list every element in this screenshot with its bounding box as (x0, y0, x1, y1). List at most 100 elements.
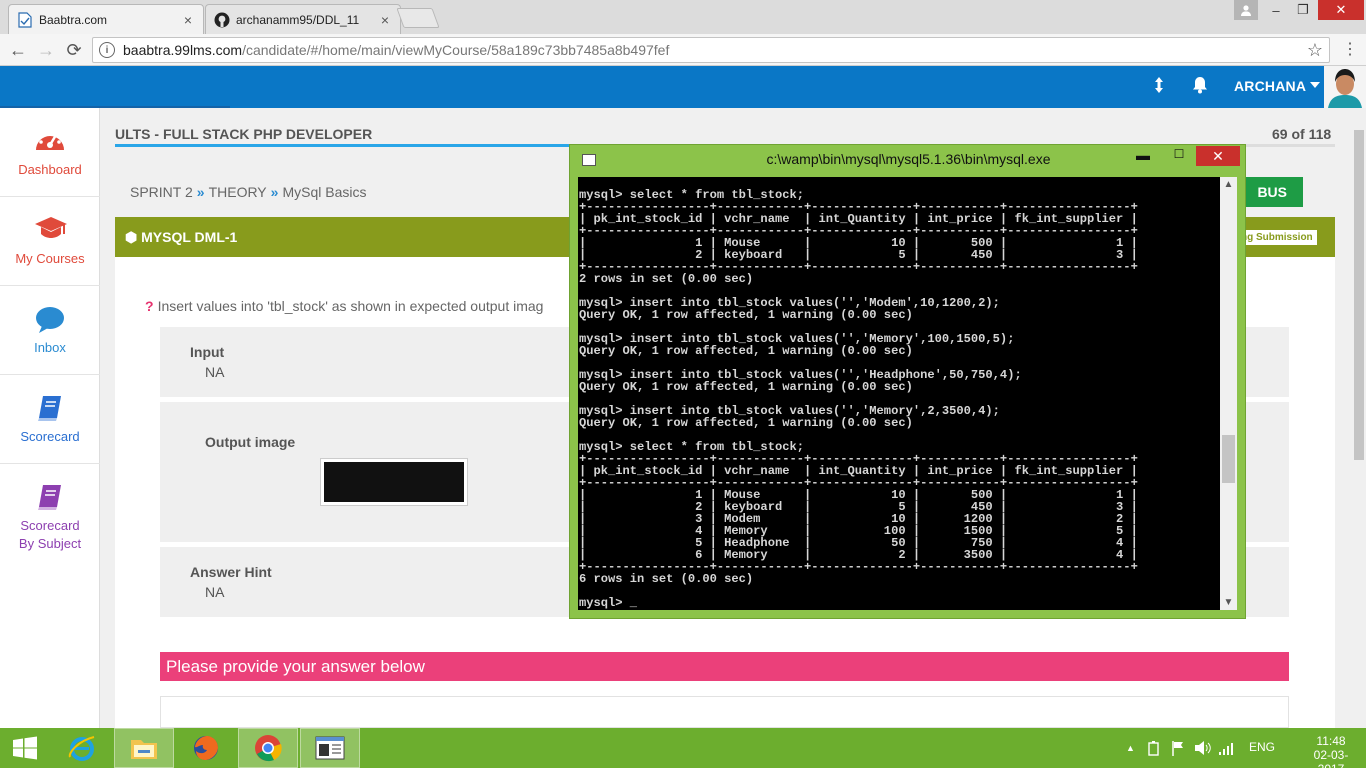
console-close-button[interactable]: ✕ (1196, 146, 1240, 166)
scroll-down-icon[interactable]: ▼ (1220, 597, 1237, 608)
address-bar[interactable]: i baabtra.99lms.com/candidate/#/home/mai… (92, 37, 1330, 63)
breadcrumb-item-topic[interactable]: MySql Basics (282, 184, 366, 200)
resize-arrows-icon[interactable] (1153, 76, 1165, 99)
tab-title: archanamm95/DDL_11 (236, 12, 360, 27)
console-line: mysql> _ (579, 596, 638, 610)
file-explorer-icon[interactable] (114, 728, 174, 768)
status-badge: ng Submission (1237, 230, 1317, 245)
address-toolbar: ← → ⟳ i baabtra.99lms.com/candidate/#/ho… (0, 34, 1366, 66)
profile-icon[interactable] (1234, 0, 1258, 20)
tray-expand-icon[interactable]: ▲ (1126, 743, 1135, 753)
sidebar-item-label: Dashboard (18, 162, 82, 177)
clock-time: 11:48 (1316, 734, 1346, 748)
chat-bubble-icon (34, 306, 66, 338)
minimize-window-button[interactable]: – (1263, 0, 1289, 20)
url-path: /candidate/#/home/main/viewMyCourse/58a1… (242, 42, 670, 58)
taskbar: ▲ ENG 11:48 02-03-2017 (0, 728, 1366, 768)
output-image-thumbnail[interactable] (320, 458, 468, 506)
console-output: mysql> select * from tbl_stock; +--------… (579, 189, 1138, 609)
sidebar-item-label: My Courses (15, 251, 85, 266)
avatar[interactable] (1324, 66, 1366, 108)
breadcrumb-item-theory[interactable]: THEORY (209, 184, 267, 200)
internet-explorer-icon[interactable] (52, 728, 112, 768)
language-indicator[interactable]: ENG (1249, 740, 1275, 754)
console-line: 6 rows in set (0.00 sec) (579, 572, 754, 586)
url-host: baabtra.99lms.com (123, 42, 243, 58)
bookmark-star-icon[interactable]: ☆ (1307, 40, 1323, 61)
sidebar-item-scorecard-by-subject[interactable]: Scorecard By Subject (0, 464, 100, 564)
console-scrollbar-thumb[interactable] (1222, 435, 1235, 483)
section-title: ⬢ MYSQL DML-1 (125, 229, 237, 246)
close-window-button[interactable]: ✕ (1318, 0, 1364, 20)
browser-tab-bar: Baabtra.com × archanamm95/DDL_11 × – ❐ ✕ (0, 0, 1366, 34)
course-title: ULTS - FULL STACK PHP DEVELOPER (115, 126, 373, 142)
notification-bell-icon[interactable] (1192, 76, 1208, 99)
browser-tab-baabtra[interactable]: Baabtra.com × (8, 4, 204, 34)
sidebar: Dashboard My Courses Inbox Scorecard Sco… (0, 108, 100, 728)
hint-value: NA (205, 584, 225, 600)
page-scrollbar[interactable] (1352, 108, 1366, 728)
sidebar-item-label: Scorecard By Subject (18, 518, 82, 551)
question-body: Insert values into 'tbl_stock' as shown … (157, 298, 544, 314)
console-line: 2 rows in set (0.00 sec) (579, 272, 754, 286)
console-maximize-button[interactable]: ☐ (1166, 147, 1192, 167)
signal-strength-icon[interactable] (1218, 740, 1236, 759)
forward-arrow-icon[interactable]: → (34, 38, 58, 62)
hint-label: Answer Hint (190, 564, 272, 580)
user-menu[interactable]: ARCHANA (1234, 78, 1306, 94)
close-tab-icon[interactable]: × (378, 12, 392, 28)
clock-date: 02-03-2017 (1313, 748, 1349, 768)
question-mark-icon: ? (145, 298, 154, 314)
chrome-icon[interactable] (238, 728, 298, 768)
sidebar-item-inbox[interactable]: Inbox (0, 286, 100, 375)
book-icon (34, 482, 66, 514)
chevron-down-icon[interactable] (1310, 82, 1320, 88)
section-title-text: MYSQL DML-1 (141, 229, 238, 245)
windows-start-icon[interactable] (0, 728, 50, 768)
system-clock[interactable]: 11:48 02-03-2017 (1306, 734, 1356, 768)
volume-icon[interactable] (1194, 740, 1212, 759)
answer-prompt: Please provide your answer below (160, 652, 1289, 681)
cube-icon: ⬢ (125, 229, 142, 245)
console-scrollbar[interactable]: ▲ ▼ (1220, 177, 1237, 610)
battery-plug-icon[interactable] (1146, 740, 1162, 759)
action-flag-icon[interactable] (1170, 740, 1186, 759)
console-window[interactable]: c:\wamp\bin\mysql\mysql5.1.36\bin\mysql.… (569, 144, 1246, 619)
scroll-up-icon[interactable]: ▲ (1220, 179, 1237, 190)
browser-tab-github[interactable]: archanamm95/DDL_11 × (205, 4, 401, 34)
sidebar-item-scorecard[interactable]: Scorecard (0, 375, 100, 464)
console-line: Query OK, 1 row affected, 1 warning (0.0… (579, 308, 913, 322)
page-scrollbar-thumb[interactable] (1354, 130, 1364, 460)
graduation-cap-icon (34, 215, 67, 247)
question-text: ? Insert values into 'tbl_stock' as shown… (145, 298, 543, 314)
info-icon[interactable]: i (99, 42, 115, 58)
reload-icon[interactable]: ⟳ (62, 38, 86, 62)
browser-menu-icon[interactable]: ⋮ (1340, 40, 1360, 60)
console-line: Query OK, 1 row affected, 1 warning (0.0… (579, 380, 913, 394)
chevron-right-icon: » (196, 184, 205, 200)
console-minimize-button[interactable]: ▬ (1130, 147, 1156, 167)
new-tab-button[interactable] (396, 8, 440, 28)
breadcrumb-item-sprint[interactable]: SPRINT 2 (130, 184, 193, 200)
firefox-icon[interactable] (176, 728, 236, 768)
console-screen[interactable]: mysql> select * from tbl_stock; +--------… (578, 177, 1220, 610)
restore-window-button[interactable]: ❐ (1290, 0, 1316, 20)
course-progress-fill (115, 144, 585, 147)
progress-counter: 69 of 118 (1272, 126, 1332, 142)
sidebar-item-dashboard[interactable]: Dashboard (0, 108, 100, 197)
github-icon (214, 12, 230, 28)
dashboard-gauge-icon (34, 126, 66, 158)
tab-title: Baabtra.com (39, 12, 108, 27)
app-header: ARCHANA (0, 66, 1366, 108)
sidebar-item-my-courses[interactable]: My Courses (0, 197, 100, 286)
input-value: NA (205, 364, 225, 380)
chevron-right-icon: » (270, 184, 279, 200)
console-taskbar-icon[interactable] (300, 728, 360, 768)
answer-editor[interactable] (160, 696, 1289, 728)
sidebar-item-label: Scorecard (20, 429, 80, 444)
output-image (324, 462, 464, 502)
output-label: Output image (205, 434, 296, 450)
breadcrumb: SPRINT 2» THEORY» MySql Basics (130, 184, 366, 200)
close-tab-icon[interactable]: × (181, 12, 195, 28)
back-arrow-icon[interactable]: ← (6, 38, 30, 62)
